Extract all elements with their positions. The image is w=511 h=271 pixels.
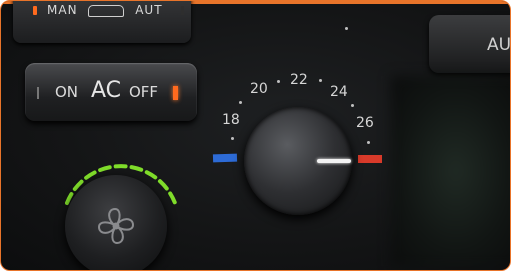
car-icon: [88, 4, 125, 17]
fan-speed-knob[interactable]: [65, 175, 167, 270]
cold-marker: [212, 153, 238, 163]
temp-scale-dot: [367, 141, 370, 144]
photo-frame: MAN AUT ON AC OFF AU 18 20 22 24 26: [0, 0, 511, 271]
temperature-knob[interactable]: [244, 107, 352, 215]
out-of-focus-dial: [391, 76, 510, 266]
hot-marker: [358, 155, 382, 163]
temp-tick-26: 26: [356, 115, 374, 131]
ac-label: AC: [91, 78, 122, 103]
auto-button[interactable]: AU: [429, 15, 511, 73]
temp-scale-dot: [351, 104, 354, 107]
temp-scale-dot: [231, 137, 234, 140]
temp-scale-dot: [277, 80, 280, 83]
temp-tick-22: 22: [290, 72, 308, 88]
panel-dot: [345, 27, 348, 30]
temp-scale-dot: [319, 79, 322, 82]
aut-label: AUT: [135, 3, 163, 17]
ac-left-marker: [37, 87, 39, 99]
temp-tick-24: 24: [330, 84, 348, 100]
temp-tick-20: 20: [250, 81, 268, 97]
ac-button[interactable]: ON AC OFF: [25, 63, 197, 121]
man-label: MAN: [47, 3, 78, 17]
ac-on-label: ON: [55, 83, 79, 101]
ac-off-indicator-led: [173, 86, 178, 100]
auto-button-label: AU: [487, 35, 511, 55]
ac-off-label: OFF: [129, 83, 159, 101]
temp-tick-18: 18: [222, 112, 240, 128]
man-aut-button[interactable]: MAN AUT: [13, 1, 191, 43]
aut-indicator-led: [181, 6, 184, 15]
fan-icon: [97, 207, 135, 245]
man-indicator-led: [33, 6, 37, 15]
temperature-knob-indicator: [317, 159, 351, 163]
temp-scale-dot: [239, 101, 242, 104]
